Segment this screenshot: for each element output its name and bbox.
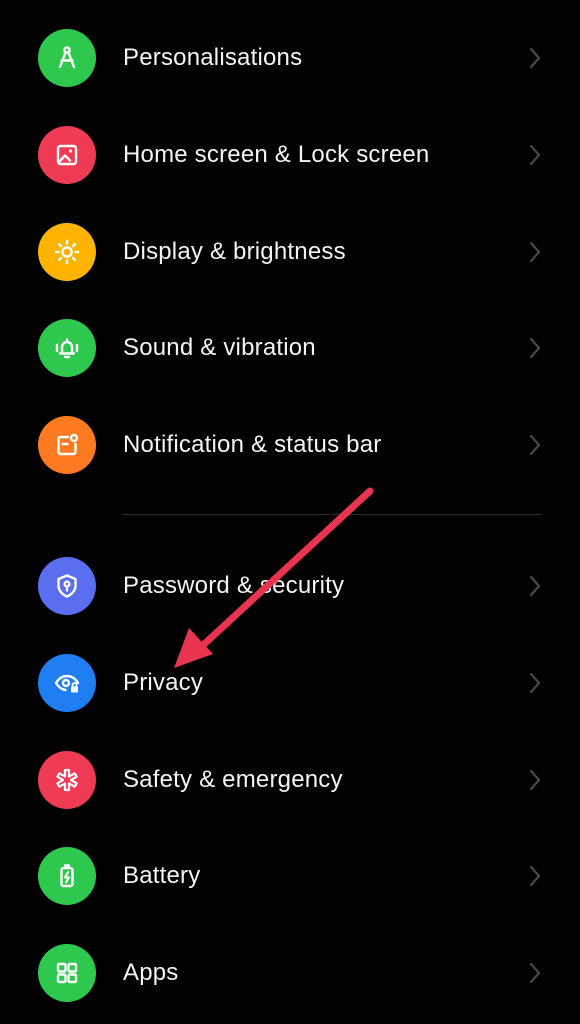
chevron-right-icon	[524, 768, 546, 792]
chevron-right-icon	[524, 336, 546, 360]
settings-item-battery[interactable]: Battery	[0, 828, 580, 924]
sun-icon	[38, 223, 96, 281]
settings-item-personalisations[interactable]: Personalisations	[0, 10, 580, 106]
chevron-right-icon	[524, 240, 546, 264]
settings-list: Personalisations Home screen & Lock scre…	[0, 0, 580, 1024]
settings-item-safety-emergency[interactable]: Safety & emergency	[0, 732, 580, 828]
settings-item-label: Display & brightness	[123, 238, 346, 265]
settings-item-label: Sound & vibration	[123, 334, 316, 361]
chevron-right-icon	[524, 864, 546, 888]
settings-item-label: Battery	[123, 862, 201, 889]
settings-item-sound-vibration[interactable]: Sound & vibration	[0, 300, 580, 396]
eye-lock-icon	[38, 654, 96, 712]
battery-icon	[38, 847, 96, 905]
settings-item-label: Notification & status bar	[123, 431, 382, 458]
settings-item-notification-status-bar[interactable]: Notification & status bar	[0, 397, 580, 493]
settings-item-privacy[interactable]: Privacy	[0, 635, 580, 731]
chevron-right-icon	[524, 961, 546, 985]
section-divider	[122, 514, 542, 515]
settings-item-password-security[interactable]: Password & security	[0, 538, 580, 634]
settings-item-label: Home screen & Lock screen	[123, 141, 430, 168]
chevron-right-icon	[524, 143, 546, 167]
bell-vibration-icon	[38, 319, 96, 377]
picture-icon	[38, 126, 96, 184]
notification-icon	[38, 416, 96, 474]
chevron-right-icon	[524, 671, 546, 695]
compass-icon	[38, 29, 96, 87]
settings-item-label: Apps	[123, 959, 179, 986]
shield-icon	[38, 557, 96, 615]
settings-item-label: Privacy	[123, 669, 204, 696]
settings-item-label: Password & security	[123, 572, 345, 599]
settings-item-label: Personalisations	[123, 44, 303, 71]
asterisk-icon	[38, 751, 96, 809]
settings-item-home-lock-screen[interactable]: Home screen & Lock screen	[0, 107, 580, 203]
chevron-right-icon	[524, 574, 546, 598]
chevron-right-icon	[524, 46, 546, 70]
chevron-right-icon	[524, 433, 546, 457]
grid-icon	[38, 944, 96, 1002]
settings-item-display-brightness[interactable]: Display & brightness	[0, 204, 580, 300]
settings-item-apps[interactable]: Apps	[0, 925, 580, 1021]
settings-item-label: Safety & emergency	[123, 766, 343, 793]
